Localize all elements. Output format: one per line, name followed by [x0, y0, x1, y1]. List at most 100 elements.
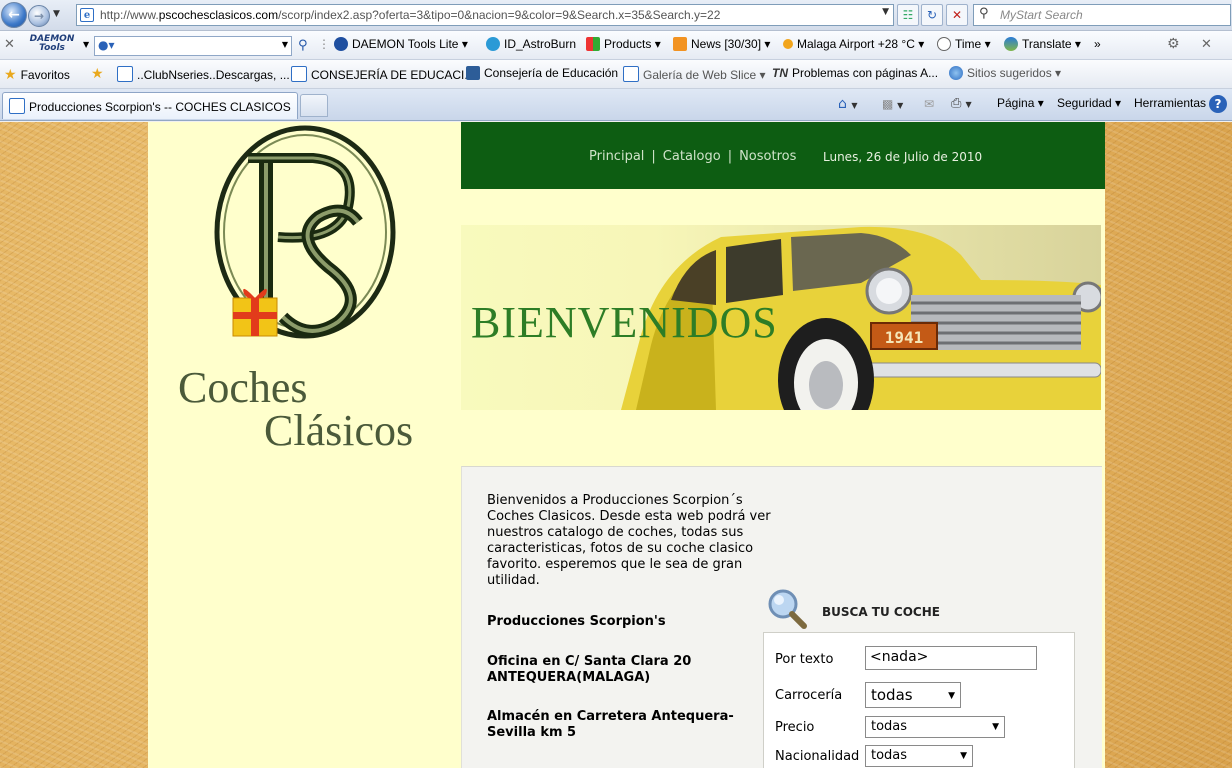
url-input[interactable]: e http://www.pscochesclasicos.com/scorp/… — [76, 4, 894, 26]
page-viewport: Coches Clásicos Principal | Catalogo | Nosot… — [0, 122, 1232, 768]
banner-title: BIENVENIDOS — [471, 298, 778, 347]
stop-icon[interactable]: ✕ — [946, 4, 968, 26]
compatibility-view-icon[interactable]: ☷ — [897, 4, 919, 26]
forward-button[interactable]: → — [28, 5, 50, 27]
close-addon-icon[interactable]: ✕ — [1201, 37, 1212, 52]
por-texto-input[interactable]: <nada> — [865, 646, 1037, 670]
time-button[interactable]: Time ▾ — [937, 37, 991, 51]
chevron-down-icon: ▼ — [948, 691, 955, 701]
daemon-tools-lite-button[interactable]: DAEMON Tools Lite ▾ — [334, 37, 468, 51]
refresh-icon[interactable]: ↻ — [921, 4, 943, 26]
favorite-item-problemas[interactable]: TN Problemas con páginas A... — [772, 66, 938, 80]
astroburn-button[interactable]: ID_AstroBurn — [486, 37, 576, 51]
warehouse-address: Almacén en Carretera Antequera-Sevilla k… — [487, 709, 734, 740]
daemon-dropdown-icon[interactable]: ▼ — [83, 40, 89, 49]
search-placeholder: MyStart Search — [1000, 8, 1083, 22]
news-button[interactable]: News [30/30] ▾ — [673, 37, 770, 51]
url-dropdown-icon[interactable]: ▼ — [882, 7, 889, 17]
translate-button[interactable]: Translate ▾ — [1004, 37, 1081, 51]
weather-button[interactable]: Malaga Airport +28 °C ▾ — [783, 37, 924, 51]
favorite-item-clubnseries[interactable]: ..ClubNseries..Descargas, ... — [117, 66, 290, 82]
favorite-item-consejeria-2[interactable]: Consejería de Educación — [466, 66, 618, 80]
search-input[interactable]: ⚲ MyStart Search — [973, 4, 1231, 26]
daemon-logo: DAEMON Tools — [29, 34, 75, 53]
addon-toolbar: ✕ DAEMON Tools ▼ ●▾ ▼ ⚲ ⋮ DAEMON Tools L… — [0, 31, 1232, 60]
more-toolbar-button[interactable]: » — [1094, 37, 1101, 51]
content-box: Bienvenidos a Producciones Scorpion´s Co… — [461, 466, 1102, 768]
welcome-banner: 1941 BIENVENIDOS — [461, 225, 1101, 410]
nav-principal[interactable]: Principal — [589, 149, 644, 164]
favorite-item-consejeria-1[interactable]: CONSEJERÍA DE EDUCACI... — [291, 66, 474, 82]
ie-page-icon — [117, 66, 133, 82]
site-navbar: Principal | Catalogo | Nosotros Lunes, 26 de… — [461, 122, 1105, 189]
nav-catalogo[interactable]: Catalogo — [663, 149, 721, 164]
suggested-sites-icon — [949, 66, 963, 80]
herramientas-menu[interactable]: Herramientas ▾ — [1134, 96, 1215, 110]
company-name: Producciones Scorpion's — [487, 614, 666, 629]
por-texto-label: Por texto — [775, 652, 834, 667]
magnifier-icon — [766, 587, 808, 629]
chevron-down-icon: ▼ — [960, 751, 967, 761]
intro-text: Bienvenidos a Producciones Scorpion´s Co… — [487, 493, 771, 588]
logo-text-clasicos: Clásicos — [264, 406, 413, 452]
products-button[interactable]: Products ▾ — [586, 37, 661, 51]
favorites-button[interactable]: ★ Favoritos — [4, 66, 70, 83]
daemon-search-input[interactable]: ●▾ ▼ — [94, 36, 292, 56]
favorite-item-sitios[interactable]: Sitios sugeridos ▾ — [949, 66, 1061, 80]
products-icon — [586, 37, 600, 51]
junta-icon — [466, 66, 480, 80]
nav-nosotros[interactable]: Nosotros — [739, 149, 796, 164]
tab-title: Producciones Scorpion's -- COCHES CLASIC… — [9, 98, 291, 114]
license-plate: 1941 — [885, 328, 924, 347]
daemon-search-dropdown-icon[interactable]: ▼ — [282, 40, 288, 49]
astroburn-icon — [486, 37, 500, 51]
new-tab-button[interactable] — [300, 94, 328, 117]
mail-icon[interactable]: ✉ — [924, 97, 934, 111]
precio-select[interactable]: todas ▼ — [865, 716, 1005, 738]
globe-icon: ●▾ — [98, 38, 115, 52]
rss-icon — [673, 37, 687, 51]
search-icon: ⚲ — [979, 6, 989, 21]
search-title: BUSCA TU COCHE — [822, 605, 940, 619]
car-search-form: Por texto <nada> Carrocería todas ▼ Preci… — [763, 632, 1075, 768]
pagina-menu[interactable]: Página ▾ — [997, 96, 1044, 110]
site-container: Coches Clásicos Principal | Catalogo | Nosot… — [148, 122, 1105, 768]
add-favorite-icon[interactable]: ★ — [91, 66, 104, 82]
nacionalidad-select[interactable]: todas ▼ — [865, 745, 973, 767]
print-icon[interactable]: ⎙ ▼ — [951, 96, 972, 111]
favorite-item-web-slice[interactable]: Galería de Web Slice ▾ — [623, 66, 766, 82]
seguridad-menu[interactable]: Seguridad ▾ — [1057, 96, 1121, 110]
sun-icon — [783, 39, 793, 49]
ie-page-icon — [623, 66, 639, 82]
office-address: Oficina en C/ Santa Clara 20 ANTEQUERA(M… — [487, 654, 692, 685]
help-icon[interactable]: ? — [1209, 95, 1227, 113]
back-button[interactable]: ← — [1, 2, 27, 28]
current-date: Lunes, 26 de Julio de 2010 — [823, 150, 983, 164]
forward-arrow-icon: → — [33, 9, 45, 23]
nacionalidad-label: Nacionalidad — [775, 749, 860, 764]
logo-text-coches: Coches — [178, 363, 308, 412]
site-logo[interactable]: Coches Clásicos — [178, 122, 438, 455]
magnifier-icon[interactable]: ⚲ — [298, 38, 308, 53]
ie-page-icon — [291, 66, 307, 82]
tab-row: Producciones Scorpion's -- COCHES CLASIC… — [0, 89, 1232, 121]
settings-gear-icon[interactable]: ⚙ — [1167, 36, 1180, 52]
precio-label: Precio — [775, 720, 815, 735]
close-toolbar-icon[interactable]: ✕ — [4, 37, 15, 52]
tn-icon: TN — [772, 66, 788, 80]
url-text: http://www.pscochesclasicos.com/scorp/in… — [100, 8, 721, 22]
address-bar: ← → ▼ e http://www.pscochesclasicos.com/… — [0, 0, 1232, 31]
history-dropdown-icon[interactable]: ▼ — [53, 9, 65, 23]
star-icon: ★ — [4, 66, 17, 82]
translate-icon — [1004, 37, 1018, 51]
ie-page-icon: e — [80, 8, 94, 22]
back-arrow-icon: ← — [8, 7, 20, 23]
carroceria-select[interactable]: todas ▼ — [865, 682, 961, 708]
home-icon[interactable]: ⌂ ▼ — [838, 96, 858, 112]
ps-logo-icon: Coches Clásicos — [178, 125, 413, 455]
ie-page-icon — [9, 98, 25, 114]
tab-active[interactable]: Producciones Scorpion's -- COCHES CLASIC… — [2, 92, 298, 119]
separator-icon: ⋮ — [318, 37, 330, 51]
feeds-icon[interactable]: ▩ ▼ — [882, 97, 903, 111]
lightning-icon — [334, 37, 348, 51]
